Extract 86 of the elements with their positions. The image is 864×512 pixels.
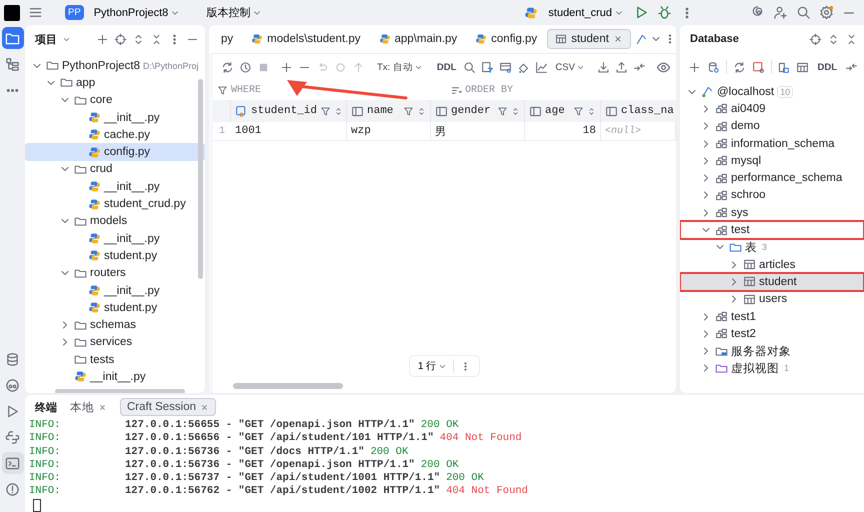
editor-tab[interactable]: config.py	[467, 29, 546, 49]
tree-item[interactable]: ai0409	[680, 100, 864, 118]
tree-item[interactable]: __init__.py	[25, 282, 205, 300]
count-badge: 10	[777, 86, 794, 98]
log-message: 127.0.0.1:56656 - "GET /api/student/101 HTTP/1.1"	[125, 432, 434, 446]
tree-item[interactable]: @localhost 10	[680, 83, 864, 100]
column-header[interactable]: age	[545, 105, 570, 117]
column-header[interactable]: name	[367, 105, 400, 117]
tree-item[interactable]: student_crud.py	[25, 195, 205, 213]
transaction-dropdown[interactable]: Tx: 自动	[375, 60, 425, 74]
log-level: INFO:	[29, 458, 62, 472]
ddl-button[interactable]: DDL	[434, 62, 458, 72]
log-message: 127.0.0.1:56737 - "GET /api/student/1001 HTTP/1.1"	[125, 472, 440, 485]
table-cell[interactable]: 18	[525, 122, 601, 140]
tree-item[interactable]: test2	[680, 325, 864, 342]
tree-item[interactable]: 表 3	[680, 238, 864, 256]
log-level: INFO:	[29, 419, 62, 432]
tree-item[interactable]: services	[25, 334, 205, 352]
status-text: 404 Not Found	[440, 432, 522, 446]
vcs-dropdown[interactable]: 版本控制	[204, 5, 264, 20]
tree-item[interactable]: __init__.py	[25, 230, 205, 248]
project-dropdown[interactable]: PythonProject8	[92, 6, 182, 18]
column-header[interactable]: class_na	[621, 105, 674, 117]
project-path: D:\PythonProj	[143, 60, 199, 71]
log-message: 127.0.0.1:56655 - "GET /openapi.json HTTP/1.1"	[125, 419, 415, 432]
tree-item[interactable]: app	[25, 74, 205, 92]
log-level: INFO:	[29, 446, 62, 459]
tree-item[interactable]: schroo	[680, 186, 864, 204]
tree-item[interactable]: __init__.py	[25, 108, 205, 126]
panel-title: Database	[690, 33, 739, 45]
tree-item[interactable]: 服务器对象	[680, 342, 864, 360]
status-text: 404 Not Found	[446, 485, 528, 499]
tree-item[interactable]: performance_schema	[680, 169, 864, 187]
tree-item[interactable]: information_schema	[680, 134, 864, 152]
editor-tab[interactable]: py	[213, 29, 242, 49]
tree-item[interactable]: articles	[680, 256, 864, 274]
terminal-tab[interactable]: Craft Session	[120, 398, 216, 416]
tree-item[interactable]: sys	[680, 204, 864, 222]
editor-tab[interactable]: models\student.py	[243, 29, 368, 49]
panel-title: 终端	[35, 400, 57, 414]
log-level: INFO:	[29, 432, 62, 446]
tree-item[interactable]: __init__.py	[25, 368, 205, 386]
log-message: 127.0.0.1:56736 - "GET /openapi.json HTTP/1.1"	[125, 458, 415, 472]
tree-item[interactable]: cache.py	[25, 126, 205, 144]
row-number: 1	[218, 124, 226, 138]
tree-item[interactable]: student.py	[25, 299, 205, 316]
ddl-button[interactable]: DDL	[815, 62, 839, 72]
tree-item[interactable]: models	[25, 212, 205, 230]
log-level: INFO:	[29, 485, 62, 499]
status-text: 200 OK	[370, 446, 408, 459]
column-header[interactable]: gender	[451, 105, 494, 117]
tree-item[interactable]: core	[25, 92, 205, 109]
tree-item[interactable]: demo	[680, 118, 864, 135]
log-message: 127.0.0.1:56736 - "GET /docs HTTP/1.1"	[125, 446, 364, 459]
tree-item[interactable]: test1	[680, 308, 864, 326]
panel-title: 项目	[35, 32, 57, 46]
count-label: 1	[783, 363, 790, 374]
tree-item[interactable]: mysql	[680, 152, 864, 170]
count-label: 3	[761, 242, 768, 252]
column-header[interactable]: student_id	[251, 105, 318, 117]
tree-item[interactable]: student	[680, 273, 864, 291]
status-text: 200 OK	[420, 419, 459, 432]
editor-tab[interactable]: student	[547, 29, 631, 49]
run-config-dropdown[interactable]: student_crud	[546, 6, 626, 18]
status-text: 200 OK	[420, 458, 459, 472]
log-message: 127.0.0.1:56762 - "GET /api/student/1002 HTTP/1.1"	[125, 485, 440, 499]
tree-item[interactable]: PythonProject8 D:\PythonProj	[25, 57, 205, 74]
tree-item[interactable]: routers	[25, 264, 205, 282]
tree-item[interactable]: config.py	[25, 143, 205, 161]
editor-tab[interactable]: app\main.py	[370, 29, 466, 49]
tree-item[interactable]: 虚拟视图 1	[680, 360, 864, 378]
terminal-tab[interactable]: 本地	[63, 398, 114, 416]
log-level: INFO:	[29, 472, 62, 486]
tree-item[interactable]: test	[680, 221, 864, 239]
status-text: 200 OK	[446, 472, 484, 486]
table-cell[interactable]: 男	[431, 122, 525, 140]
tree-item[interactable]: schemas	[25, 316, 205, 334]
tree-item[interactable]: tests	[25, 351, 205, 368]
tree-item[interactable]: __init__.py	[25, 178, 205, 196]
tree-item[interactable]: crud	[25, 160, 205, 178]
export-format-dropdown[interactable]: CSV	[553, 62, 587, 72]
table-cell[interactable]: wzp	[347, 122, 431, 140]
tree-item[interactable]: student.py	[25, 247, 205, 265]
table-cell[interactable]: 1001	[231, 122, 347, 140]
project-badge: PP	[65, 5, 84, 20]
tree-item[interactable]: users	[680, 290, 864, 308]
